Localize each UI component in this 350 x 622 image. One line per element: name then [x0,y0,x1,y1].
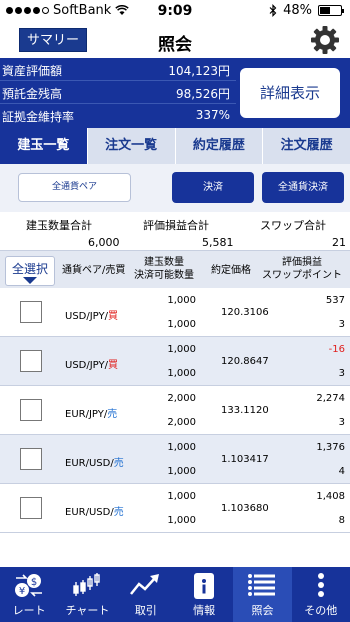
qty-cell: 1,000 [167,442,196,453]
account-row-assets: 資産評価額 104,123円 [0,58,236,81]
svg-text:$: $ [31,577,37,588]
swap-cell: 3 [338,319,345,330]
account-row-margin-ratio: 証拠金維持率 337% [2,108,230,124]
chart-icon [73,573,101,596]
pl-cell: 1,408 [316,491,345,502]
settleable-cell: 1,000 [167,319,196,330]
positions-list: USD/JPY/買 1,000 1,000 120.3106 537 3 USD… [0,288,350,533]
total-pl-label: 評価損益合計 [143,219,209,232]
tab-positions[interactable]: 建玉一覧 [0,128,88,164]
pl-cell: 1,376 [316,442,345,453]
bluetooth-icon [269,4,277,17]
price-cell: 133.1120 [221,405,269,416]
action-bar: 全通貨ペア 決済 全通貨決済 [0,164,350,212]
account-row-deposit: 預託金残高 98,526円 [0,81,236,104]
table-row[interactable]: EUR/JPY/売 2,000 2,000 133.1120 2,274 3 [0,386,350,435]
footer-tab-trade[interactable]: 取引 [117,567,175,622]
table-row[interactable]: EUR/USD/売 1,000 1,000 1.103417 1,376 4 [0,435,350,484]
select-all-button[interactable]: 全選択 [5,256,55,286]
gear-icon[interactable] [310,25,340,55]
header-pl: 評価損益 スワップポイント [262,257,342,281]
settleable-cell: 1,000 [167,515,196,526]
price-cell: 1.103680 [221,503,269,514]
pair-cell: EUR/JPY/売 [65,409,118,420]
settleable-cell: 1,000 [167,466,196,477]
tab-order-history[interactable]: 注文履歴 [263,128,350,164]
pair-cell: EUR/USD/売 [65,507,124,518]
footer-tab-rate[interactable]: ¥ $ レート [0,567,58,622]
row-checkbox[interactable] [20,350,42,372]
qty-cell: 1,000 [167,491,196,502]
total-swap-value: 21 [332,236,346,249]
swap-cell: 4 [338,466,345,477]
tab-executions[interactable]: 約定履歴 [176,128,264,164]
tab-orders[interactable]: 注文一覧 [88,128,176,164]
tab-bar: 建玉一覧 注文一覧 約定履歴 注文履歴 [0,128,350,164]
footer-tab-info[interactable]: 情報 [175,567,233,622]
price-cell: 120.3106 [221,307,269,318]
pl-cell: -16 [328,344,345,355]
swap-cell: 8 [338,515,345,526]
footer-tab-more[interactable]: その他 [292,567,350,622]
info-icon [194,573,215,599]
price-cell: 120.8647 [221,356,269,367]
table-row[interactable]: USD/JPY/買 1,000 1,000 120.3106 537 3 [0,288,350,337]
swap-cell: 3 [338,417,345,428]
settle-button[interactable]: 決済 [172,172,254,203]
swap-cell: 3 [338,368,345,379]
battery-percent: 48% [283,3,312,18]
pair-cell: USD/JPY/買 [65,311,118,322]
bottom-tab-bar: ¥ $ レート チャート 取引 情報 照会 その他 [0,567,350,622]
row-checkbox[interactable] [20,301,42,323]
rate-icon: ¥ $ [15,574,43,597]
all-pairs-filter-button[interactable]: 全通貨ペア [18,173,131,202]
trade-icon [129,574,159,595]
total-qty-value: 6,000 [88,236,120,249]
total-qty-label: 建玉数量合計 [26,219,92,232]
svg-text:¥: ¥ [19,586,25,597]
totals: 建玉数量合計 評価損益合計 スワップ合計 6,000 5,581 21 [0,212,350,250]
qty-cell: 1,000 [167,344,196,355]
header-pair: 通貨ペア/売買 [62,265,126,276]
account-summary: 資産評価額 104,123円 預託金残高 98,526円 証拠金維持率 337%… [0,58,350,128]
price-cell: 1.103417 [221,454,269,465]
qty-cell: 1,000 [167,295,196,306]
qty-cell: 2,000 [167,393,196,404]
chevron-down-icon [23,277,37,284]
row-checkbox[interactable] [20,448,42,470]
nav-bar: サマリー 照会 [0,22,350,58]
inquiry-list-icon [248,574,276,596]
header-qty: 建玉数量 決済可能数量 [134,257,194,281]
pl-cell: 2,274 [316,393,345,404]
more-icon [317,573,324,597]
settleable-cell: 2,000 [167,417,196,428]
table-row[interactable]: USD/JPY/買 1,000 1,000 120.8647 -16 3 [0,337,350,386]
settleable-cell: 1,000 [167,368,196,379]
total-swap-label: スワップ合計 [260,219,326,232]
battery-icon [318,5,344,16]
header-price: 約定価格 [211,265,251,276]
pair-cell: EUR/USD/売 [65,458,124,469]
page-title: 照会 [158,35,192,55]
status-bar: SoftBank 9:09 48% [0,0,350,22]
total-pl-value: 5,581 [202,236,234,249]
table-header: 全選択 通貨ペア/売買 建玉数量 決済可能数量 約定価格 評価損益 スワップポイ… [0,250,350,288]
footer-tab-chart[interactable]: チャート [58,567,116,622]
pl-cell: 537 [325,295,345,306]
row-checkbox[interactable] [20,399,42,421]
detail-button[interactable]: 詳細表示 [240,68,340,118]
pair-cell: USD/JPY/買 [65,360,118,371]
footer-tab-inquiry[interactable]: 照会 [233,567,292,622]
settle-all-button[interactable]: 全通貨決済 [262,172,344,203]
row-checkbox[interactable] [20,497,42,519]
table-row[interactable]: EUR/USD/売 1,000 1,000 1.103680 1,408 8 [0,484,350,533]
